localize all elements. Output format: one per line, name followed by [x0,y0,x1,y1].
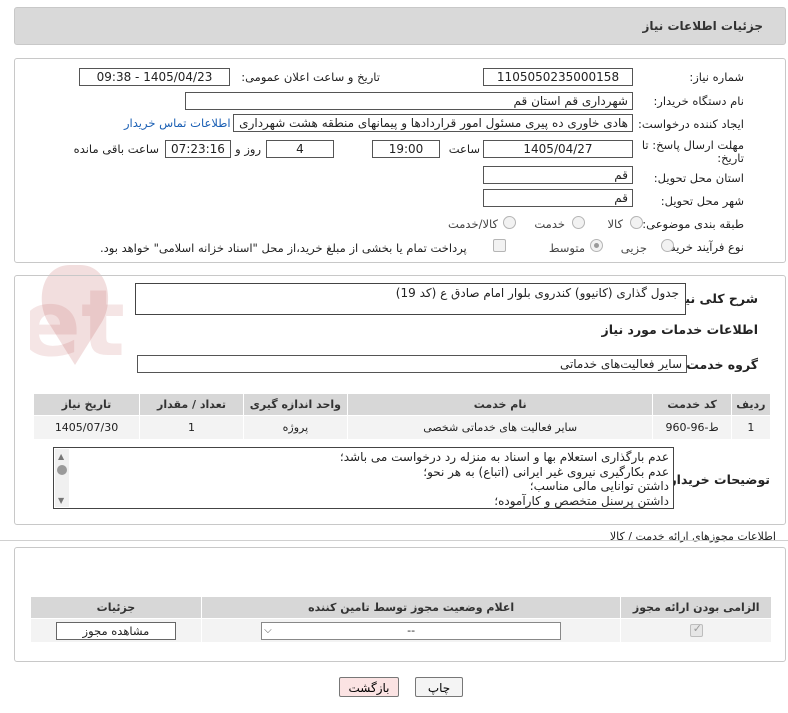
col-unit: واحد اندازه گیری [242,393,348,416]
scroll-down-icon[interactable]: ▼ [58,494,64,508]
city-label: شهر محل تحویل: [660,194,744,208]
buyer-notes-field[interactable]: عدم بارگذاری استعلام بها و اسناد به منزل… [53,447,674,509]
buyer-org-field: شهرداری قم استان قم [185,92,633,110]
col-need-date: تاریخ نیاز [32,393,141,416]
announce-field: 1405/04/23 - 09:38 [79,68,230,86]
deadline-label-date: تاریخ: [717,151,744,165]
cell-row: 1 [730,415,772,440]
view-permit-button[interactable]: مشاهده مجوز [55,621,176,640]
cell-service-name: سایر فعالیت های خدماتی شخصی [346,415,654,440]
treasury-payment-note: پرداخت تمام یا بخشی از مبلغ خرید،از محل … [100,241,467,255]
section-divider [0,540,788,541]
services-section-title: اطلاعات خدمات مورد نیاز [601,322,759,337]
check-icon: ✓ [692,622,702,636]
permits-table-header: الزامی بودن ارائه مجوز اعلام وضعیت مجوز … [30,596,772,619]
deadline-label: مهلت ارسال پاسخ: تا [641,138,744,152]
treasury-payment-checkbox[interactable] [493,239,506,252]
buyer-note-line: عدم بارگذاری استعلام بها و اسناد به منزل… [339,450,669,464]
cell-service-code: ط-96-960 [652,415,732,440]
page-header: جزئیات اطلاعات نیاز [14,7,786,45]
category-goods-radio[interactable] [630,216,643,229]
city-field: قم [483,189,633,207]
description-field: جدول گذاری (کانیوو) کندروی بلوار امام صا… [135,283,686,315]
col-permit-required: الزامی بودن ارائه مجوز [620,596,772,619]
buyer-note-line: عدم بکارگیری نیروی غیر ایرانی (اتباع) به… [423,464,669,479]
province-label: استان محل تحویل: [653,171,744,185]
services-table-header: ردیف کد خدمت نام خدمت واحد اندازه گیری ت… [32,393,772,416]
scroll-thumb[interactable] [57,465,67,475]
scroll-up-icon[interactable]: ▲ [58,450,64,465]
deadline-hour-field: 19:00 [372,140,440,158]
permit-status-select[interactable]: -- ⌵ [261,621,562,640]
need-number-field: 1105050235000158 [483,68,633,86]
category-service-radio[interactable] [572,216,585,229]
need-info-panel [14,58,786,263]
permit-required-checkbox[interactable]: ✓ [689,622,703,638]
cell-unit: پروژه [242,415,348,440]
services-table: ردیف کد خدمت نام خدمت واحد اندازه گیری ت… [32,393,772,440]
print-button[interactable]: چاپ [415,677,463,697]
category-service-label: خدمت [534,217,565,231]
cell-quantity: 1 [139,415,244,440]
category-label: طبقه بندی موضوعی: [642,217,744,231]
buyer-org-label: نام دستگاه خریدار: [653,94,744,108]
table-row: 1 ط-96-960 سایر فعالیت های خدماتی شخصی پ… [32,415,772,440]
buyer-notes-label: توضیحات خریدار: [664,472,770,487]
process-medium-label: متوسط [548,241,585,255]
chevron-down-icon: ⌵ [264,624,272,636]
category-goods-service-radio[interactable] [503,216,516,229]
table-row: ✓ -- ⌵ مشاهده مجوز [30,618,772,643]
cell-need-date: 1405/07/30 [32,415,141,440]
days-label: روز و [235,142,261,156]
permit-status-value: -- [407,623,416,637]
permits-section-title: اطلاعات مجوزهای ارائه خدمت / کالا [609,530,776,543]
buyer-note-line: داشتن پرسنل متخصص و کارآموده؛ [494,493,669,508]
permits-table: الزامی بودن ارائه مجوز اعلام وضعیت مجوز … [30,596,772,643]
cell-permit-required: ✓ [620,618,772,643]
col-row: ردیف [730,393,772,416]
page-title: جزئیات اطلاعات نیاز [642,19,763,33]
buyer-note-line: داشتن توانایی مالی مناسب؛ [529,479,669,493]
buyer-notes-scrollbar[interactable]: ▲ ▼ [55,449,69,507]
buyer-contact-link[interactable]: اطلاعات تماس خریدار [124,116,231,130]
remaining-label: ساعت باقی مانده [73,142,159,156]
process-medium-radio[interactable] [590,239,603,252]
service-group-label: گروه خدمت: [681,357,758,372]
col-permit-status: اعلام وضعیت مجوز توسط تامین کننده [200,596,622,619]
col-service-code: کد خدمت [652,393,732,416]
requester-field: هادی خاوری ده پیری مسئول امور قراردادها … [233,114,633,132]
col-quantity: تعداد / مقدار [139,393,244,416]
announce-label: تاریخ و ساعت اعلان عمومی: [241,70,380,84]
deadline-date-field: 1405/04/27 [483,140,633,158]
col-service-name: نام خدمت [346,393,654,416]
col-permit-details: جزئیات [30,596,202,619]
process-minor-radio[interactable] [661,239,674,252]
process-minor-label: جزیی [620,241,647,255]
requester-label: ایجاد کننده درخواست: [638,117,744,131]
back-button[interactable]: بازگشت [339,677,399,697]
cell-permit-status: -- ⌵ [200,618,622,643]
service-group-field: سایر فعالیت‌های خدماتی [137,355,687,373]
need-number-label: شماره نیاز: [689,70,744,84]
process-label: نوع فرآیند خرید : [662,240,744,254]
province-field: قم [483,166,633,184]
hour-label: ساعت [448,142,480,156]
days-field: 4 [266,140,334,158]
category-goods-service-label: کالا/خدمت [447,217,498,231]
category-goods-label: کالا [607,217,623,231]
remaining-time-field: 07:23:16 [165,140,231,158]
cell-permit-details: مشاهده مجوز [30,618,202,643]
